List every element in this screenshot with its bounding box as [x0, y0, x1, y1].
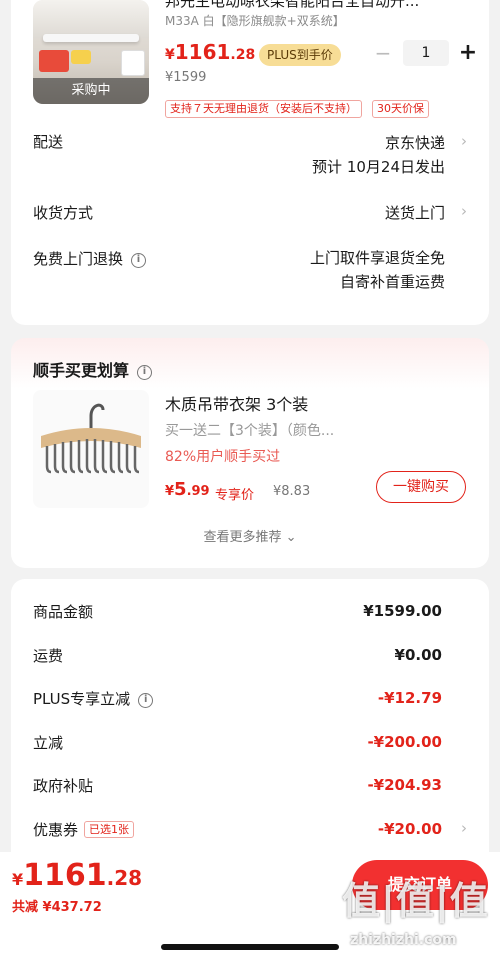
gov-subsidy-label: 政府补贴 [33, 777, 94, 795]
recommend-item-image[interactable] [33, 390, 149, 508]
product-spec[interactable]: M33A 白【隐形旗舰款+双系统】 [165, 12, 465, 29]
free-return-line1: 上门取件享退货全免 [309, 249, 445, 267]
recommend-price: ¥5.99 [165, 479, 210, 500]
gov-subsidy-value: -¥204.93 [367, 776, 442, 794]
free-return-label: 免费上门退换 i [33, 248, 147, 269]
info-icon[interactable]: i [138, 693, 154, 708]
price-summary-card: 商品金额 ¥1599.00 运费 ¥0.00 PLUS专享立减 i -¥12.79… [11, 579, 489, 879]
qty-minus-button[interactable]: − [373, 40, 393, 66]
goods-amount-value: ¥1599.00 [363, 602, 442, 620]
coupon-label[interactable]: 优惠券 已选1张 [33, 819, 135, 840]
total-price: ¥1161.28 [12, 858, 143, 893]
product-price: ¥1161.28 [165, 40, 256, 64]
info-icon[interactable]: i [131, 253, 147, 268]
home-indicator[interactable] [161, 944, 339, 950]
order-item-card: 采购中 邦先生电动晾衣架智能阳台全自动升... M33A 白【隐形旗舰款+双系统… [11, 0, 489, 325]
plus-price-tag: PLUS到手价 [259, 44, 341, 66]
total-saved[interactable]: 共减 ¥437.72 [12, 896, 102, 915]
original-price: ¥1599 [165, 70, 207, 85]
product-title[interactable]: 邦先生电动晾衣架智能阳台全自动升... [165, 0, 485, 11]
instant-discount-value: -¥200.00 [367, 733, 442, 751]
price-protect-tag: 30天价保 [372, 100, 429, 118]
info-icon[interactable]: i [137, 365, 153, 380]
chevron-right-icon[interactable]: › [461, 819, 467, 837]
delivery-eta: 预计 10月24日发出 [312, 158, 445, 176]
watermark-url: zhizhizhi.com [350, 932, 457, 948]
delivery-label: 配送 [33, 133, 64, 151]
coupon-selected-tag: 已选1张 [84, 821, 135, 838]
recommend-orig-price: ¥8.83 [273, 484, 311, 499]
qty-plus-button[interactable]: + [457, 40, 479, 66]
chevron-right-icon[interactable]: › [461, 202, 467, 220]
free-return-line2: 自寄补首重运费 [339, 273, 445, 291]
recommend-item-desc: 买一送二【3个装】（颜色... [165, 423, 335, 439]
shipping-value: ¥0.00 [394, 646, 442, 664]
thumb-status-badge: 采购中 [33, 78, 149, 104]
recommend-exclusive-label: 专享价 [215, 488, 255, 503]
plus-discount-label: PLUS专享立减 i [33, 688, 154, 709]
recommend-card: 顺手买更划算 i 木质吊带衣架 3个装 买一送二【3个装】（颜色... 82%用户… [11, 338, 489, 568]
watermark-logo: 值|值|值 [342, 879, 489, 923]
return-policy-tag: 支持７天无理由退货（安装后不支持） [165, 100, 362, 118]
receive-method-value[interactable]: 送货上门 [385, 202, 445, 223]
shipping-label: 运费 [33, 647, 64, 665]
goods-amount-label: 商品金额 [33, 603, 94, 621]
recommend-item-name[interactable]: 木质吊带衣架 3个装 [165, 391, 308, 415]
recommend-buy-rate: 82%用户顺手买过 [165, 449, 281, 465]
one-click-buy-button[interactable]: 一键购买 [376, 471, 466, 503]
coupon-value[interactable]: -¥20.00 [378, 820, 442, 838]
product-thumbnail[interactable]: 采购中 [33, 0, 149, 104]
delivery-carrier[interactable]: 京东快递 [385, 132, 445, 153]
plus-discount-value: -¥12.79 [377, 689, 442, 707]
chevron-right-icon[interactable]: › [461, 132, 467, 150]
quantity-input[interactable]: 1 [403, 40, 449, 66]
instant-discount-label: 立减 [33, 734, 64, 752]
hanger-image [41, 403, 141, 474]
more-recommend-link[interactable]: 查看更多推荐 ⌄ [11, 526, 489, 545]
receive-method-label: 收货方式 [33, 204, 94, 222]
recommend-title: 顺手买更划算 i [33, 357, 153, 381]
